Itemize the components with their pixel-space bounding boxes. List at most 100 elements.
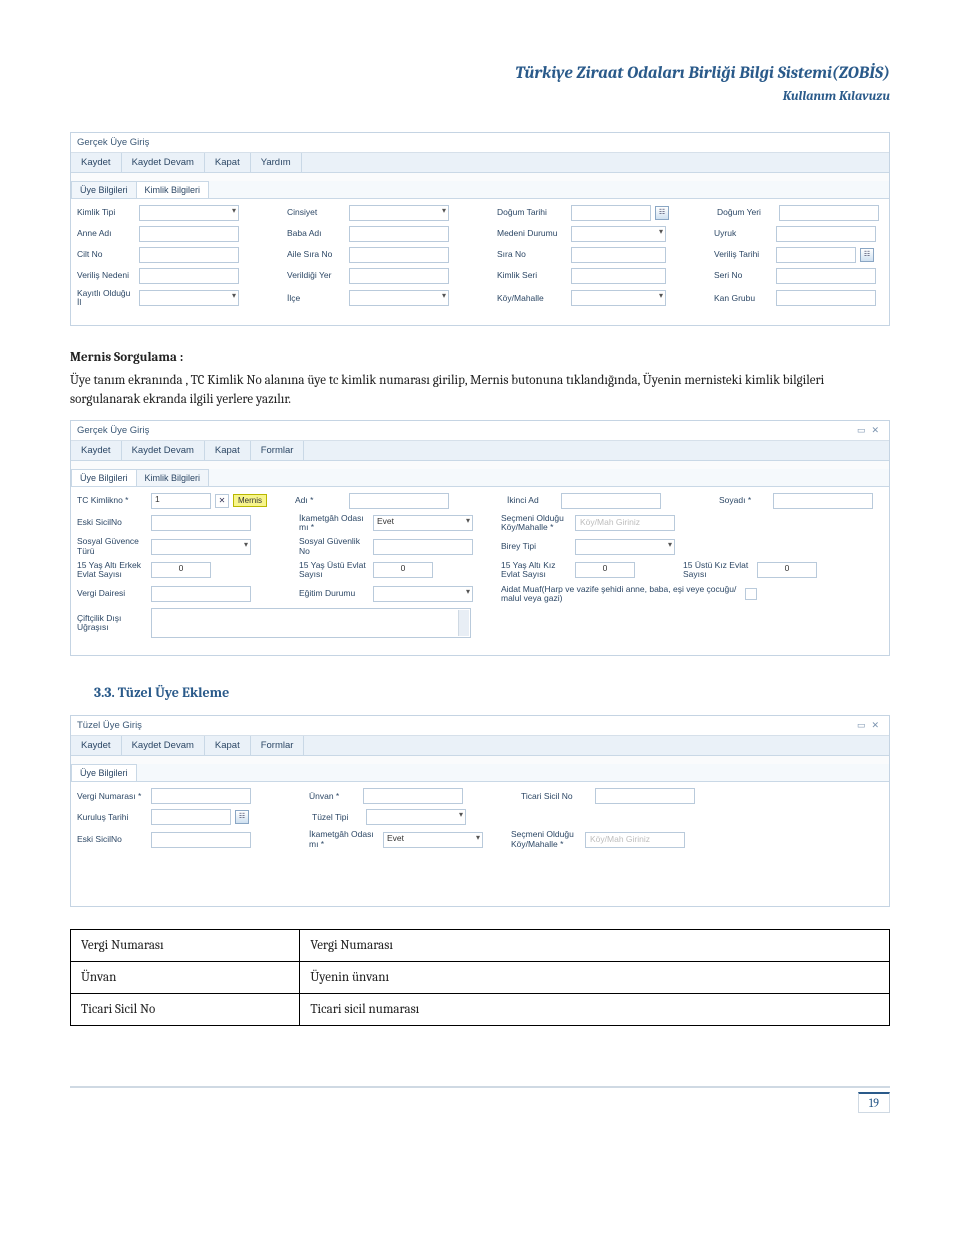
mernis-paragraph: Üye tanım ekranında , TC Kimlik No alanı…: [70, 371, 890, 410]
kapat-button[interactable]: Kapat: [205, 441, 251, 460]
tab-kimlik-bilgileri[interactable]: Kimlik Bilgileri: [136, 469, 210, 486]
yas15-ustu-kiz-input[interactable]: 0: [757, 562, 817, 578]
ciftcilik-disi-textarea[interactable]: [151, 608, 471, 638]
secmeni-koymah-input[interactable]: Köy/Mah Giriniz: [575, 515, 675, 531]
calendar-icon[interactable]: ☷: [655, 206, 669, 220]
cinsiyet-select[interactable]: [349, 205, 449, 221]
tab-uye-bilgileri[interactable]: Üye Bilgileri: [71, 469, 137, 486]
egitim-durumu-select[interactable]: [373, 586, 473, 602]
aidat-muaf-checkbox[interactable]: [745, 588, 757, 600]
formlar-button[interactable]: Formlar: [251, 441, 305, 460]
kimlik-tipi-select[interactable]: [139, 205, 239, 221]
cilt-no-input[interactable]: [139, 247, 239, 263]
vergi-numarasi-input[interactable]: [151, 788, 251, 804]
kaydet-devam-button[interactable]: Kaydet Devam: [122, 736, 205, 755]
kaydet-button[interactable]: Kaydet: [71, 441, 122, 460]
minimize-icon[interactable]: ▭: [857, 720, 866, 731]
kaydet-devam-button[interactable]: Kaydet Devam: [122, 441, 205, 460]
ikametgah-odasi-select[interactable]: Evet: [383, 832, 483, 848]
ilce-select[interactable]: [349, 290, 449, 306]
verilis-tarihi-input[interactable]: [776, 247, 856, 263]
koy-mahalle-select[interactable]: [571, 290, 666, 306]
dogum-tarihi-input[interactable]: [571, 205, 651, 221]
anne-adi-label: Anne Adı: [77, 229, 135, 238]
kan-grubu-input[interactable]: [776, 290, 876, 306]
yas15-ustu-evlat-input[interactable]: 0: [373, 562, 433, 578]
aile-sira-no-label: Aile Sıra No: [287, 250, 345, 259]
aile-sira-no-input[interactable]: [349, 247, 449, 263]
ikametgah-odasi-label: İkametgâh Odası mı *: [309, 830, 379, 849]
seri-no-input[interactable]: [776, 268, 876, 284]
tab-uye-bilgileri[interactable]: Üye Bilgileri: [71, 181, 137, 198]
toolbar: Kaydet Kaydet Devam Kapat Yardım: [71, 153, 889, 173]
unvan-input[interactable]: [363, 788, 463, 804]
adi-input[interactable]: [349, 493, 449, 509]
birey-tipi-select[interactable]: [575, 539, 675, 555]
page-footer: 19: [70, 1086, 890, 1113]
verildigi-yer-input[interactable]: [349, 268, 449, 284]
minimize-icon[interactable]: ▭: [857, 425, 866, 436]
vergi-dairesi-input[interactable]: [151, 586, 251, 602]
soyadi-input[interactable]: [773, 493, 873, 509]
kimlik-tipi-label: Kimlik Tipi: [77, 208, 135, 217]
sira-no-input[interactable]: [571, 247, 666, 263]
kaydet-button[interactable]: Kaydet: [71, 736, 122, 755]
seri-no-label: Seri No: [714, 271, 772, 280]
clear-button[interactable]: ✕: [215, 494, 229, 508]
close-icon[interactable]: ✕: [871, 425, 879, 436]
yardim-button[interactable]: Yardım: [251, 153, 302, 172]
yas15-alti-erkek-input[interactable]: 0: [151, 562, 211, 578]
yas15-alti-kiz-label: 15 Yaş Altı Kız Evlat Sayısı: [501, 561, 571, 580]
uyruk-input[interactable]: [776, 226, 876, 242]
cell: Vergi Numarası: [71, 930, 300, 962]
ticari-sicil-no-input[interactable]: [595, 788, 695, 804]
kayitli-oldugu-il-label: Kayıtlı Olduğu İl: [77, 289, 135, 308]
kapat-button[interactable]: Kapat: [205, 153, 251, 172]
ikametgah-odasi-select[interactable]: Evet: [373, 515, 473, 531]
medeni-durumu-select[interactable]: [571, 226, 666, 242]
calendar-icon[interactable]: ☷: [860, 248, 874, 262]
kaydet-devam-button[interactable]: Kaydet Devam: [122, 153, 205, 172]
kimlik-seri-input[interactable]: [571, 268, 666, 284]
verildigi-yer-label: Verildiği Yer: [287, 271, 345, 280]
calendar-icon[interactable]: ☷: [235, 810, 249, 824]
yas15-ustu-kiz-label: 15 Üstü Kız Evlat Sayısı: [683, 561, 753, 580]
ticari-sicil-no-label: Ticari Sicil No: [521, 792, 591, 801]
ikinci-ad-input[interactable]: [561, 493, 661, 509]
section-3-3-heading: 3.3. Tüzel Üye Ekleme: [94, 684, 890, 701]
kaydet-button[interactable]: Kaydet: [71, 153, 122, 172]
cell: Ticari Sicil No: [71, 994, 300, 1026]
baba-adi-input[interactable]: [349, 226, 449, 242]
tab-kimlik-bilgileri[interactable]: Kimlik Bilgileri: [136, 181, 210, 198]
dogum-yeri-input[interactable]: [779, 205, 879, 221]
eski-sicilno-label: Eski SicilNo: [77, 518, 147, 527]
secmeni-koymah-input[interactable]: Köy/Mah Giriniz: [585, 832, 685, 848]
close-icon[interactable]: ✕: [871, 720, 879, 731]
unvan-label: Ünvan *: [309, 792, 359, 801]
mernis-button[interactable]: Mernis: [233, 494, 267, 507]
vergi-numarasi-label: Vergi Numarası *: [77, 792, 147, 801]
vergi-dairesi-label: Vergi Dairesi: [77, 589, 147, 598]
table-row: Ticari Sicil NoTicari sicil numarası: [71, 994, 890, 1026]
medeni-durumu-label: Medeni Durumu: [497, 229, 567, 238]
tc-kimlikno-input[interactable]: 1: [151, 493, 211, 509]
ciftcilik-disi-label: Çiftçilik Dışı Uğraşısı: [77, 614, 147, 633]
sosyal-guvence-turu-select[interactable]: [151, 539, 251, 555]
sosyal-guvenlik-no-input[interactable]: [373, 539, 473, 555]
egitim-durumu-label: Eğitim Durumu: [299, 589, 369, 598]
eski-sicilno-input[interactable]: [151, 515, 251, 531]
kurulus-tarihi-input[interactable]: [151, 809, 231, 825]
tab-uye-bilgileri[interactable]: Üye Bilgileri: [71, 764, 137, 781]
kayitli-oldugu-il-select[interactable]: [139, 290, 239, 306]
eski-sicilno-input[interactable]: [151, 832, 251, 848]
tuzel-tipi-select[interactable]: [366, 809, 466, 825]
yas15-alti-kiz-input[interactable]: 0: [575, 562, 635, 578]
kapat-button[interactable]: Kapat: [205, 736, 251, 755]
kan-grubu-label: Kan Grubu: [714, 294, 772, 303]
verilis-nedeni-input[interactable]: [139, 268, 239, 284]
aidat-muaf-label: Aidat Muaf(Harp ve vazife şehidi anne, b…: [501, 585, 741, 604]
anne-adi-input[interactable]: [139, 226, 239, 242]
cinsiyet-label: Cinsiyet: [287, 208, 345, 217]
formlar-button[interactable]: Formlar: [251, 736, 305, 755]
cell: Ünvan: [71, 962, 300, 994]
